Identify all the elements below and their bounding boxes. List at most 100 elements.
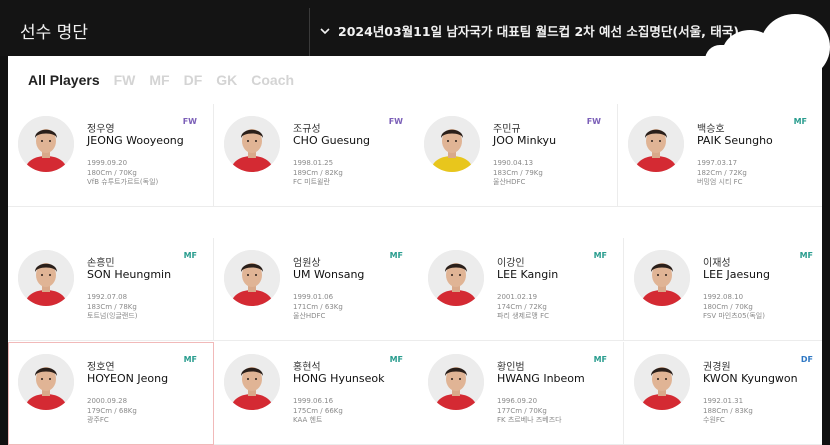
player-body: 183Cm / 78Kg — [87, 302, 137, 311]
player-name-korean: 이재성 — [703, 258, 731, 269]
player-info: 1992.07.08 183Cm / 78Kg 토트넘(잉글랜드) — [87, 293, 138, 322]
player-birth: 1992.08.10 — [703, 293, 744, 301]
player-body: 180Cm / 70Kg — [87, 168, 137, 177]
position-badge: FW — [388, 117, 403, 126]
player-card[interactable]: 이강인 LEE Kangin MF 2001.02.19 174Cm / 72Kg 파리 … — [418, 238, 624, 341]
player-body: 175Cm / 66Kg — [293, 406, 343, 415]
player-birth: 1999.06.16 — [293, 397, 334, 405]
player-name-korean: 황인범 — [497, 362, 525, 373]
tab-gk[interactable]: GK — [216, 72, 237, 88]
player-club: 수원FC — [703, 416, 725, 424]
player-card[interactable]: 황인범 HWANG Inbeom MF 1996.09.20 177Cm / 70Kg F… — [418, 342, 624, 445]
player-club: 버밍엄 시티 FC — [697, 178, 743, 186]
player-name-korean: 주민규 — [493, 124, 521, 135]
player-card[interactable]: 홍현석 HONG Hyunseok MF 1999.06.16 175Cm / 66Kg… — [214, 342, 420, 445]
tab-fw[interactable]: FW — [114, 72, 136, 88]
player-name-korean: 권경원 — [703, 362, 731, 373]
player-card[interactable]: 엄원상 UM Wonsang MF 1999.01.06 171Cm / 63Kg 울산H… — [214, 238, 420, 341]
player-name-korean: 홍현석 — [293, 362, 321, 373]
player-card[interactable]: 이재성 LEE Jaesung MF 1992.08.10 180Cm / 70Kg FS… — [624, 238, 822, 341]
player-info: 1999.01.06 171Cm / 63Kg 울산HDFC — [293, 293, 343, 322]
player-name-english: JOO Minkyu — [493, 134, 557, 147]
player-info: 2000.09.28 179Cm / 68Kg 광주FC — [87, 397, 137, 426]
player-info: 1999.06.16 175Cm / 66Kg KAA 헨트 — [293, 397, 343, 426]
position-badge: MF — [389, 355, 403, 364]
player-name-korean: 정호연 — [87, 362, 115, 373]
player-birth: 1992.07.08 — [87, 293, 128, 301]
position-badge: MF — [183, 251, 197, 260]
player-club: VfB 슈투트가르트(독일) — [87, 178, 159, 186]
player-card[interactable]: 정우영 JEONG Wooyeong FW 1999.09.20 180Cm / 70K… — [8, 104, 214, 207]
player-card[interactable]: 주민규 JOO Minkyu FW 1990.04.13 183Cm / 79Kg 울산H… — [414, 104, 618, 207]
player-info: 1997.03.17 182Cm / 72Kg 버밍엄 시티 FC — [697, 159, 747, 188]
player-photo-icon — [634, 250, 690, 306]
player-body: 182Cm / 72Kg — [697, 168, 747, 177]
player-name-english: SON Heungmin — [87, 268, 172, 281]
roster-select-label: 2024년03월11일 남자국가 대표팀 월드컵 2차 예선 소집명단(서울, … — [338, 24, 739, 39]
player-card[interactable]: 권경원 KWON Kyungwon DF 1992.01.31 188Cm / 83Kg… — [624, 342, 822, 445]
player-name-korean: 손흥민 — [87, 258, 115, 269]
player-photo-icon — [18, 116, 74, 172]
player-body: 183Cm / 79Kg — [493, 168, 543, 177]
position-badge: DF — [800, 355, 813, 364]
player-info: 1992.01.31 188Cm / 83Kg 수원FC — [703, 397, 753, 426]
player-name-english: HWANG Inbeom — [497, 372, 585, 385]
player-body: 189Cm / 82Kg — [293, 168, 343, 177]
position-badge: MF — [183, 355, 197, 364]
player-photo-icon — [18, 354, 74, 410]
player-name-korean: 정우영 — [87, 124, 115, 135]
player-body: 179Cm / 68Kg — [87, 406, 137, 415]
chevron-down-icon — [320, 27, 330, 34]
position-badge: FW — [182, 117, 197, 126]
player-photo-icon — [18, 250, 74, 306]
player-card[interactable]: 정호연 HOYEON Jeong MF 2000.09.28 179Cm / 68Kg 광… — [8, 342, 214, 445]
player-club: 울산HDFC — [293, 312, 326, 320]
player-photo-icon — [428, 250, 484, 306]
player-body: 174Cm / 72Kg — [497, 302, 547, 311]
player-body: 171Cm / 63Kg — [293, 302, 343, 311]
player-club: FC 미트윌란 — [293, 178, 330, 186]
player-photo-icon — [224, 354, 280, 410]
player-name-korean: 조규성 — [293, 124, 321, 135]
player-birth: 1997.03.17 — [697, 159, 738, 167]
player-info: 1998.01.25 189Cm / 82Kg FC 미트윌란 — [293, 159, 343, 188]
player-info: 1990.04.13 183Cm / 79Kg 울산HDFC — [493, 159, 543, 188]
player-photo-icon — [634, 354, 690, 410]
player-name-english: JEONG Wooyeong — [87, 134, 184, 147]
position-badge: MF — [793, 117, 807, 126]
player-club: 울산HDFC — [493, 178, 526, 186]
player-name-english: PAIK Seungho — [697, 134, 773, 147]
position-badge: MF — [593, 251, 607, 260]
player-photo-icon — [224, 116, 280, 172]
player-birth: 2000.09.28 — [87, 397, 128, 405]
position-badge: FW — [586, 117, 601, 126]
player-birth: 1996.09.20 — [497, 397, 538, 405]
player-card[interactable]: 조규성 CHO Guesung FW 1998.01.25 189Cm / 82Kg FC… — [214, 104, 420, 207]
position-tabs: All Players FW MF DF GK Coach — [28, 72, 294, 88]
player-birth: 1999.09.20 — [87, 159, 128, 167]
player-name-english: LEE Kangin — [497, 268, 559, 281]
player-club: KAA 헨트 — [293, 416, 323, 424]
player-photo-icon — [424, 116, 480, 172]
player-card[interactable]: 손흥민 SON Heungmin MF 1992.07.08 183Cm / 78Kg 토… — [8, 238, 214, 341]
player-photo-icon — [224, 250, 280, 306]
player-list-panel: All Players FW MF DF GK Coach 정우영 JEONG Wooyeo… — [8, 56, 822, 445]
roster-select-dropdown[interactable]: 2024년03월11일 남자국가 대표팀 월드컵 2차 예선 소집명단(서울, … — [318, 21, 739, 40]
player-name-english: UM Wonsang — [293, 268, 365, 281]
tab-mf[interactable]: MF — [149, 72, 169, 88]
player-card[interactable]: 백승호 PAIK Seungho MF 1997.03.17 182Cm / 72Kg 버… — [618, 104, 822, 207]
player-body: 180Cm / 70Kg — [703, 302, 753, 311]
player-club: 파리 생제르맹 FC — [497, 312, 550, 320]
tab-coach[interactable]: Coach — [251, 72, 294, 88]
player-birth: 1992.01.31 — [703, 397, 744, 405]
player-name-korean: 엄원상 — [293, 258, 321, 269]
tab-df[interactable]: DF — [184, 72, 203, 88]
header-divider — [309, 8, 310, 56]
tab-all-players[interactable]: All Players — [28, 72, 100, 88]
position-badge: MF — [593, 355, 607, 364]
position-badge: MF — [389, 251, 403, 260]
player-photo-icon — [628, 116, 684, 172]
top-bar: 선수 명단 2024년03월11일 남자국가 대표팀 월드컵 2차 예선 소집명… — [0, 0, 830, 56]
player-birth: 1999.01.06 — [293, 293, 334, 301]
player-info: 1996.09.20 177Cm / 70Kg FK 츠르베나 즈베즈다 — [497, 397, 562, 426]
